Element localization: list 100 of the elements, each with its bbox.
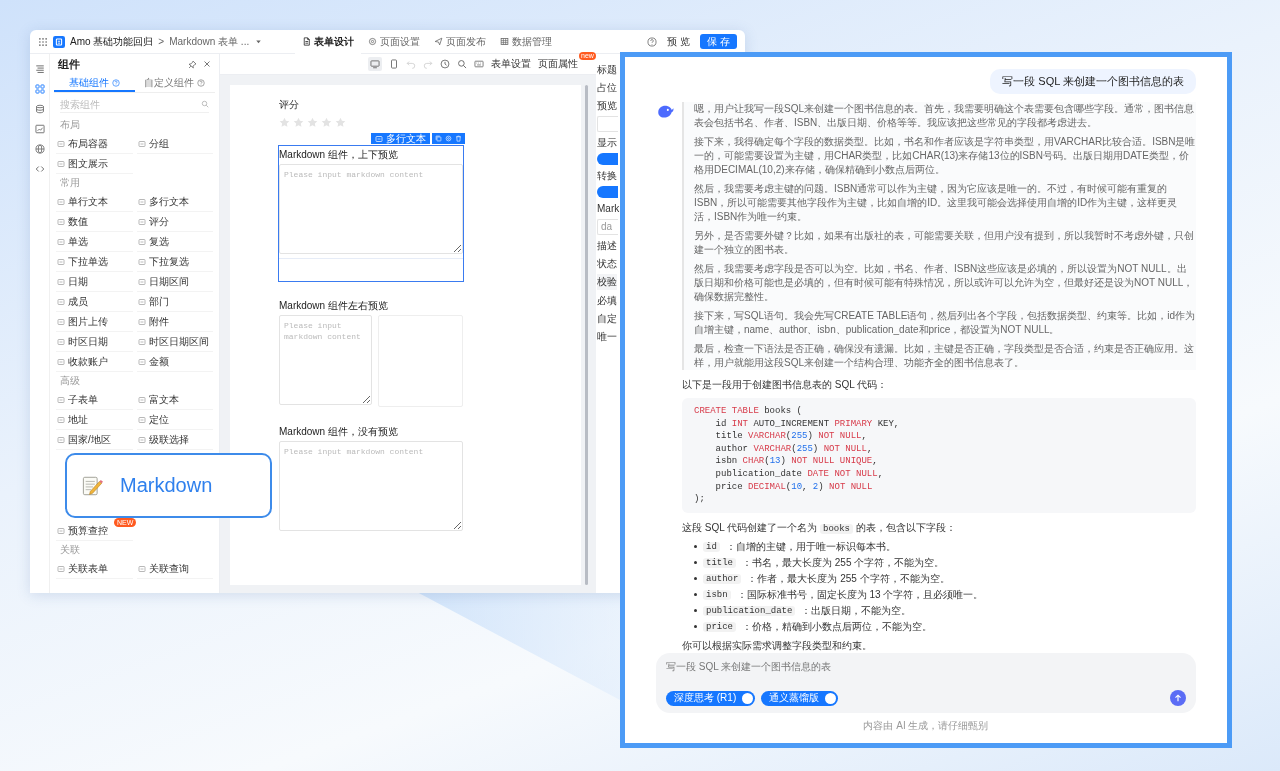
toggle-chip[interactable]: 通义蒸馏版 (761, 690, 839, 706)
list-icon[interactable] (34, 64, 45, 74)
form-field[interactable]: Markdown 组件，没有预览 Please input markdown content (278, 422, 464, 532)
component-icon (57, 139, 65, 148)
form-name[interactable]: Markdown 表单 ... (169, 34, 250, 49)
caret-icon (254, 37, 264, 46)
toolbar-link[interactable]: 页面属性 (538, 57, 578, 71)
components-icon[interactable] (34, 84, 45, 94)
component-item[interactable]: 关联查询 (136, 559, 190, 578)
panel-tab[interactable]: 自定义组件 (134, 74, 215, 92)
desktop-icon[interactable] (368, 57, 382, 71)
component-item[interactable]: 数值 (56, 212, 89, 231)
component-item[interactable]: 预算查控 (56, 521, 109, 540)
component-icon (137, 139, 146, 148)
component-icon (57, 277, 65, 286)
component-icon (137, 217, 146, 226)
toggle-chip[interactable]: 深度思考 (R1) (666, 690, 756, 706)
help-icon (647, 36, 658, 47)
app-name[interactable]: Amo 基础功能回归 (70, 34, 154, 49)
component-item[interactable]: 评分 (136, 212, 170, 231)
component-item[interactable]: 时区日期区间 (136, 332, 210, 351)
component-item[interactable]: 图文展示 (56, 154, 109, 173)
list-text: ：价格，精确到小数点后两位，不能为空。 (742, 619, 932, 634)
component-item[interactable]: 单选 (56, 232, 89, 251)
component-item[interactable]: 布局容器 (56, 134, 109, 153)
component-item[interactable]: 附件 (136, 312, 170, 331)
preview-button[interactable]: 预 览 (663, 34, 695, 49)
component-item[interactable]: 成员 (56, 292, 89, 311)
nav-tab[interactable]: 页面发布 (427, 30, 494, 54)
mobile-icon[interactable] (389, 59, 399, 69)
search-icon[interactable] (457, 59, 467, 69)
inline-code: publication_date (703, 605, 796, 616)
component-icon (137, 257, 146, 266)
clock-icon[interactable] (440, 59, 450, 69)
component-item[interactable]: 时区日期 (56, 332, 109, 351)
pin-icon[interactable] (188, 59, 197, 69)
component-item[interactable]: 日期区间 (136, 272, 190, 291)
form-field[interactable]: Markdown 组件，上下预览 Please input markdown content (278, 145, 464, 282)
panel-tab[interactable]: 基础组件 (54, 74, 135, 92)
nav-tab[interactable]: 页面设置 (361, 30, 428, 54)
component-item[interactable]: 复选 (136, 232, 170, 251)
component-item[interactable]: 国家/地区 (56, 430, 112, 449)
callout-label: Markdown (120, 474, 213, 497)
property-field[interactable] (597, 116, 618, 132)
search-field[interactable]: 搜索组件 (60, 98, 201, 110)
component-item[interactable]: 定位 (136, 410, 170, 429)
component-item[interactable]: 多行文本 (136, 192, 190, 211)
property-label: 自定 (597, 312, 617, 326)
settings-icon (445, 135, 452, 142)
component-item[interactable]: 图片上传 (56, 312, 109, 331)
delete-icon (455, 135, 462, 142)
toggle-switch[interactable] (597, 186, 618, 198)
component-item[interactable]: 子表单 (56, 390, 99, 409)
component-item[interactable]: 日期 (56, 272, 89, 291)
component-item[interactable]: 下拉复选 (136, 252, 190, 271)
property-label: 占位 (597, 81, 617, 95)
paragraph: 以下是一段用于创建图书信息表的 SQL 代码： (682, 378, 889, 392)
component-item[interactable]: 级联选择 (136, 430, 190, 449)
document-icon (302, 37, 312, 46)
component-item[interactable]: 分组 (136, 134, 170, 153)
close-icon[interactable] (203, 60, 211, 68)
section-heading: 高级 (59, 374, 81, 388)
toggle-switch[interactable] (597, 153, 618, 165)
globe-icon[interactable] (34, 144, 45, 154)
component-item[interactable]: 富文本 (136, 390, 180, 409)
message-input[interactable]: 写一段 SQL 来创建一个图书信息的表 深度思考 (R1) 通义蒸馏版 (656, 652, 1196, 713)
component-item[interactable]: 地址 (56, 410, 89, 429)
code-icon[interactable] (34, 164, 45, 174)
component-item[interactable]: 下拉单选 (56, 252, 109, 271)
component-item[interactable]: 金额 (136, 352, 170, 371)
list-text: ：出版日期，不能为空。 (801, 603, 912, 618)
form-field[interactable]: 评分 (278, 95, 464, 131)
table-icon (500, 37, 510, 46)
component-item[interactable]: 单行文本 (56, 192, 109, 211)
field-type-tag[interactable]: 多行文本 (371, 133, 430, 144)
chart-icon[interactable] (34, 124, 45, 134)
inline-code: id (703, 541, 720, 552)
toolbar-link[interactable]: 表单设置 (491, 57, 531, 71)
component-item[interactable]: 部门 (136, 292, 170, 311)
component-item[interactable]: 关联表单 (56, 559, 109, 578)
bullet-icon (694, 625, 697, 629)
send-button[interactable] (1170, 690, 1186, 706)
markdown-input[interactable]: Please input markdown content (279, 441, 463, 531)
markdown-input[interactable]: Please input markdown content (279, 164, 463, 254)
scrollbar-thumb[interactable] (585, 85, 588, 585)
save-button[interactable]: 保 存 (700, 34, 737, 49)
component-icon (57, 395, 65, 404)
gear-icon (368, 37, 378, 46)
database-icon[interactable] (34, 104, 45, 114)
nav-tab[interactable]: 数据管理 (493, 30, 560, 54)
code-line: id INT AUTO_INCREMENT PRIMARY KEY, (714, 417, 901, 431)
arrow-up-icon (1173, 693, 1183, 703)
help-icon (197, 79, 206, 87)
component-icon (137, 435, 146, 444)
code-line: title VARCHAR(255) NOT NULL, (714, 430, 868, 443)
component-item[interactable]: 收款账户 (56, 352, 109, 371)
bullet-icon (694, 561, 697, 565)
component-icon (137, 337, 146, 346)
component-icon (137, 197, 146, 206)
keyboard-icon[interactable] (474, 59, 484, 69)
